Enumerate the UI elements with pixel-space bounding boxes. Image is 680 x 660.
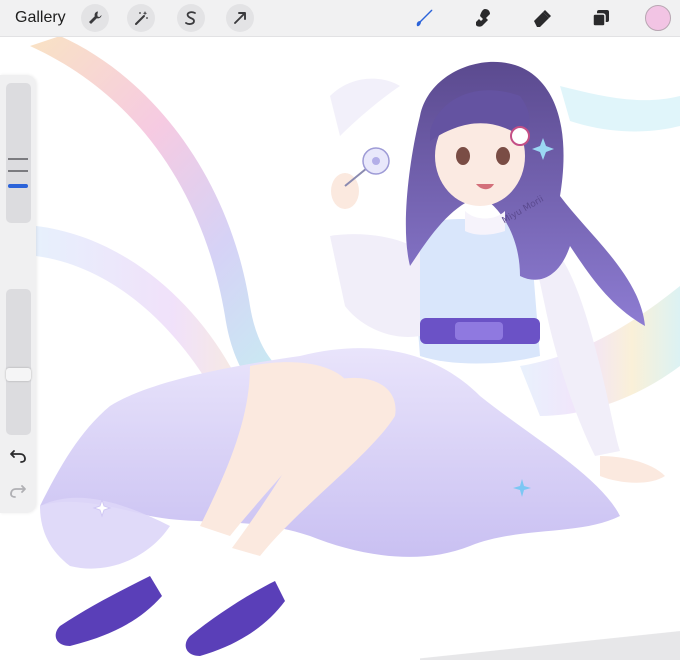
flower-center	[372, 157, 380, 165]
selection-button[interactable]	[177, 4, 205, 32]
top-toolbar: Gallery	[0, 0, 680, 37]
canvas-edge	[420, 630, 680, 660]
brush-tool-button[interactable]	[409, 4, 439, 32]
left-sidebar	[0, 75, 36, 513]
size-tick	[8, 158, 28, 160]
gallery-button[interactable]: Gallery	[15, 9, 66, 27]
eye	[496, 147, 510, 165]
opacity-handle[interactable]	[6, 368, 31, 381]
collar	[465, 211, 505, 235]
shoe	[185, 581, 285, 656]
sash-center	[455, 322, 503, 340]
left-sleeve	[330, 234, 420, 337]
transform-button[interactable]	[226, 4, 254, 32]
light-streak	[330, 78, 400, 136]
selection-icon	[185, 11, 196, 25]
brush-icon	[416, 9, 433, 27]
eye	[456, 147, 470, 165]
smudge-tool-button[interactable]	[468, 4, 498, 32]
light-streak	[560, 86, 680, 132]
layers-icon	[592, 10, 609, 27]
shoe	[55, 576, 162, 646]
brush-size-handle[interactable]	[8, 184, 28, 188]
eraser-tool-button[interactable]	[527, 4, 557, 32]
actions-button[interactable]	[81, 4, 109, 32]
transform-arrow-icon	[234, 12, 246, 24]
smudge-icon	[476, 9, 490, 27]
magic-wand-icon	[135, 11, 148, 25]
brush-size-slider[interactable]	[6, 83, 31, 223]
layers-button[interactable]	[586, 4, 616, 32]
artwork: Miyu Morii	[30, 36, 680, 656]
opacity-slider[interactable]	[6, 289, 31, 435]
hand	[600, 456, 665, 483]
adjustments-button[interactable]	[127, 4, 155, 32]
hair-flower	[510, 126, 530, 146]
redo-icon[interactable]	[9, 483, 27, 499]
drawing-canvas[interactable]: Miyu Morii	[0, 36, 680, 660]
size-tick	[8, 170, 28, 172]
undo-icon[interactable]	[9, 448, 27, 464]
color-picker-button[interactable]	[645, 5, 671, 31]
wrench-icon	[89, 11, 102, 24]
eraser-icon	[534, 10, 551, 27]
